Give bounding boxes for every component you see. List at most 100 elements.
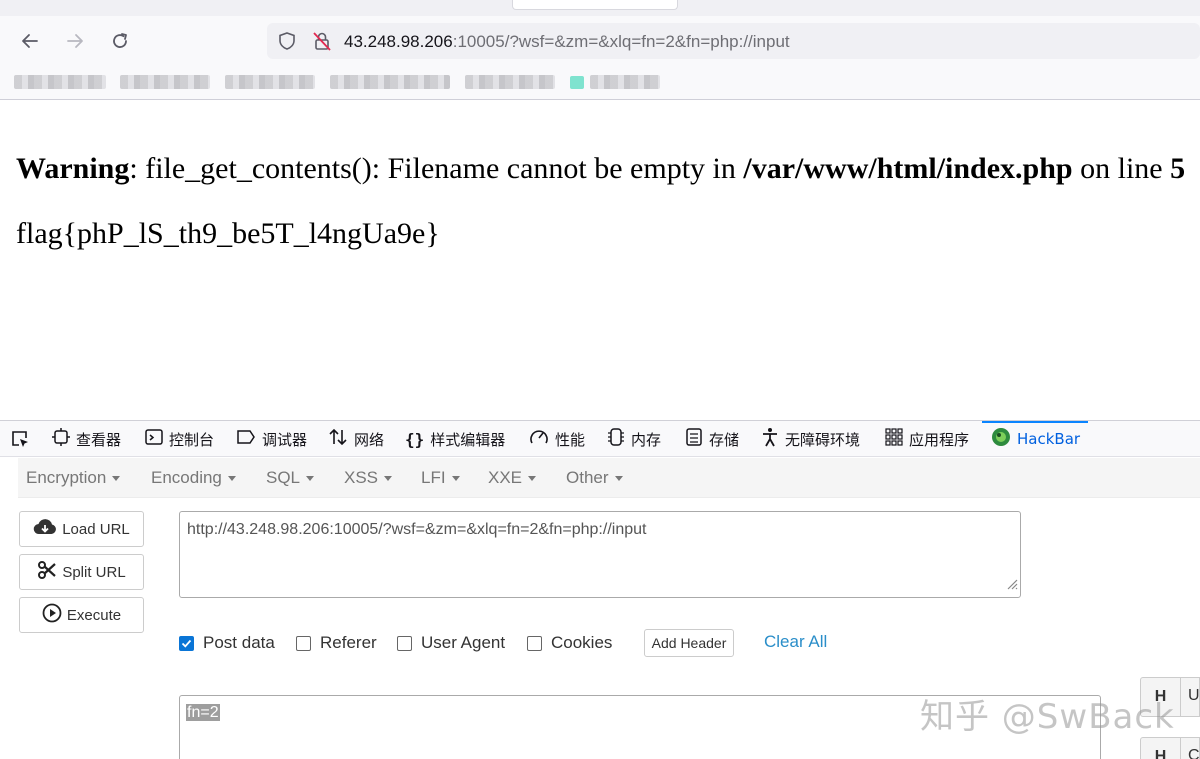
url-bar[interactable]: 43.248.98.206:10005/?wsf=&zm=&xlq=fn=2&f… bbox=[267, 23, 1200, 59]
accessibility-icon bbox=[761, 427, 779, 451]
load-url-button[interactable]: Load URL bbox=[19, 511, 144, 547]
bookmark-item[interactable] bbox=[465, 75, 555, 89]
menu-label: Encoding bbox=[151, 468, 222, 487]
tab-memory[interactable]: 内存 bbox=[607, 421, 661, 457]
cookies-checkbox[interactable]: Cookies bbox=[527, 633, 612, 653]
bookmark-item[interactable] bbox=[14, 75, 106, 89]
warning-online: on line bbox=[1072, 152, 1171, 185]
navigation-bar: 43.248.98.206:10005/?wsf=&zm=&xlq=fn=2&f… bbox=[0, 16, 1200, 66]
header-value[interactable]: U bbox=[1188, 687, 1200, 705]
bookmark-item[interactable] bbox=[120, 75, 210, 89]
tab-hackbar[interactable]: HackBar bbox=[991, 421, 1080, 457]
button-label: Execute bbox=[66, 606, 122, 624]
caret-down-icon bbox=[451, 476, 460, 482]
menu-encryption[interactable]: Encryption bbox=[26, 468, 121, 488]
inspector-icon bbox=[52, 428, 70, 450]
bookmark-item[interactable] bbox=[225, 75, 315, 89]
post-data-value: fn=2 bbox=[186, 704, 220, 721]
tab-performance[interactable]: 性能 bbox=[529, 421, 585, 457]
flag-text: flag{phP_lS_th9_be5T_l4ngUa9e} bbox=[16, 217, 440, 250]
checkbox-label: User Agent bbox=[421, 633, 506, 652]
devtools-toolbar: 查看器 控制台 调试器 网络 {} 样式编辑器 性能 内存 存储 无障碍环境 应… bbox=[0, 421, 1200, 457]
add-header-button[interactable]: Add Header bbox=[644, 629, 734, 657]
tab-label: 存储 bbox=[709, 430, 740, 449]
tab-inspector[interactable]: 查看器 bbox=[52, 421, 121, 457]
php-warning: Warning: file_get_contents(): Filename c… bbox=[16, 152, 1185, 186]
bookmark-favicon bbox=[570, 76, 584, 89]
menu-other[interactable]: Other bbox=[566, 468, 623, 488]
debugger-icon bbox=[236, 428, 256, 450]
resize-grip-icon[interactable] bbox=[1004, 576, 1018, 595]
caret-down-icon bbox=[384, 476, 393, 482]
bookmarks-toolbar bbox=[0, 66, 1200, 100]
button-label: Load URL bbox=[62, 520, 130, 538]
header-value[interactable]: C bbox=[1188, 747, 1200, 759]
tab-accessibility[interactable]: 无障碍环境 bbox=[761, 421, 860, 457]
element-picker-icon[interactable] bbox=[10, 421, 30, 457]
url-host: 43.248.98.206 bbox=[344, 32, 453, 51]
bookmark-item[interactable] bbox=[330, 75, 450, 89]
caret-down-icon bbox=[614, 476, 623, 482]
tab-strip bbox=[0, 0, 1200, 16]
console-icon bbox=[145, 428, 163, 450]
menu-label: XXE bbox=[488, 468, 523, 487]
watermark: 知乎 @SwBack bbox=[920, 697, 1175, 737]
menu-label: XSS bbox=[344, 468, 379, 487]
checkbox-label: Cookies bbox=[551, 633, 613, 652]
scissors-icon bbox=[37, 560, 57, 584]
menu-encoding[interactable]: Encoding bbox=[151, 468, 236, 488]
tab-style-editor[interactable]: {} 样式编辑器 bbox=[405, 421, 505, 457]
checkbox-empty-icon[interactable] bbox=[397, 635, 412, 651]
checkbox-label: Post data bbox=[203, 633, 275, 652]
forward-arrow-icon[interactable] bbox=[60, 26, 90, 56]
tab-label: 性能 bbox=[555, 430, 586, 449]
shield-icon[interactable] bbox=[277, 31, 297, 56]
menu-xxe[interactable]: XXE bbox=[488, 468, 537, 488]
header-row[interactable]: H C bbox=[1140, 737, 1200, 759]
back-arrow-icon[interactable] bbox=[15, 26, 45, 56]
insecure-lock-icon[interactable] bbox=[311, 30, 333, 57]
caret-down-icon bbox=[306, 476, 315, 482]
performance-icon bbox=[529, 428, 549, 450]
warning-path: /var/www/html/index.php bbox=[743, 152, 1073, 185]
tab-label: 调试器 bbox=[262, 430, 308, 449]
cloud-download-icon bbox=[33, 518, 57, 540]
tab-console[interactable]: 控制台 bbox=[145, 421, 214, 457]
referer-checkbox[interactable]: Referer bbox=[296, 633, 377, 653]
url-textarea-value: http://43.248.98.206:10005/?wsf=&zm=&xlq… bbox=[187, 521, 647, 538]
tab-network[interactable]: 网络 bbox=[328, 421, 384, 457]
tab-debugger[interactable]: 调试器 bbox=[236, 421, 307, 457]
tab-application[interactable]: 应用程序 bbox=[885, 421, 969, 457]
tab-label: 控制台 bbox=[169, 430, 215, 449]
page-content: Warning: file_get_contents(): Filename c… bbox=[0, 100, 1200, 420]
post-data-checkbox[interactable]: Post data bbox=[179, 633, 275, 653]
checkbox-checked-icon[interactable] bbox=[179, 635, 194, 651]
clear-all-link[interactable]: Clear All bbox=[764, 632, 827, 652]
execute-button[interactable]: Execute bbox=[19, 597, 144, 633]
active-tab[interactable] bbox=[512, 0, 678, 10]
url-path: :10005/?wsf=&zm=&xlq=fn=2&fn=php://input bbox=[452, 32, 790, 51]
checkbox-empty-icon[interactable] bbox=[527, 635, 542, 651]
tab-label: 网络 bbox=[354, 430, 385, 449]
tab-label: 内存 bbox=[631, 430, 662, 449]
url-textarea[interactable]: http://43.248.98.206:10005/?wsf=&zm=&xlq… bbox=[179, 511, 1021, 598]
menu-label: SQL bbox=[266, 468, 301, 487]
split-url-button[interactable]: Split URL bbox=[19, 554, 144, 590]
hackbar-menubar: Encryption Encoding SQL XSS LFI XXE Othe… bbox=[18, 458, 1200, 498]
menu-sql[interactable]: SQL bbox=[266, 468, 315, 488]
warning-line-number: 5 bbox=[1170, 152, 1186, 185]
network-icon bbox=[328, 428, 348, 450]
hackbar-icon bbox=[991, 427, 1011, 451]
tab-storage[interactable]: 存储 bbox=[685, 421, 739, 457]
tab-label: 查看器 bbox=[76, 430, 122, 449]
storage-icon bbox=[685, 427, 703, 451]
user-agent-checkbox[interactable]: User Agent bbox=[397, 633, 505, 653]
tab-label: 无障碍环境 bbox=[785, 430, 861, 449]
menu-lfi[interactable]: LFI bbox=[421, 468, 460, 488]
reload-icon[interactable] bbox=[105, 26, 135, 56]
url-text[interactable]: 43.248.98.206:10005/?wsf=&zm=&xlq=fn=2&f… bbox=[344, 32, 790, 52]
checkbox-empty-icon[interactable] bbox=[296, 635, 311, 651]
header-toggle[interactable]: H bbox=[1141, 738, 1181, 759]
menu-xss[interactable]: XSS bbox=[344, 468, 393, 488]
bookmark-item[interactable] bbox=[590, 75, 660, 89]
